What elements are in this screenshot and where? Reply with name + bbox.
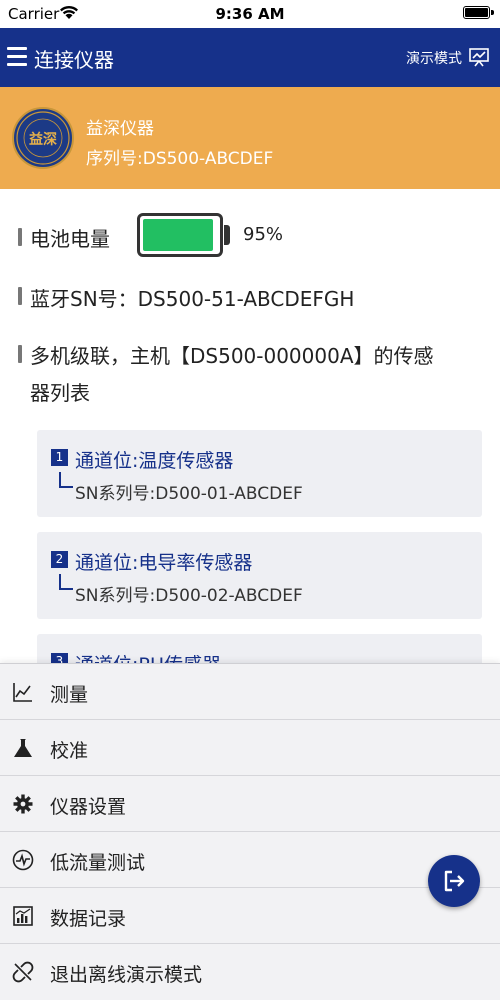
- status-battery-icon: [463, 6, 494, 19]
- logout-icon: [444, 870, 465, 892]
- bar-chart-icon: [13, 906, 33, 926]
- menu-item-label: 校准: [50, 740, 89, 762]
- menu-item-measure[interactable]: 测量: [0, 664, 500, 720]
- section-marker: [18, 287, 22, 305]
- sensor-channel-name: 通道位:电导率传感器: [75, 552, 253, 574]
- menu-item-label: 仪器设置: [50, 796, 127, 818]
- pulse-icon: [12, 849, 34, 871]
- menu-item-calibrate[interactable]: 校准: [0, 720, 500, 776]
- page-title: 连接仪器: [34, 48, 114, 72]
- sensor-card[interactable]: 1 通道位:温度传感器 SN系列号:D500-01-ABCDEF: [37, 430, 482, 517]
- battery-level-indicator: [137, 213, 223, 257]
- tree-elbow-icon: [59, 574, 73, 590]
- bottom-menu: 测量 校准 仪器设置 低流量测试 数据记录 退出离线演示模式: [0, 663, 500, 1000]
- nav-bar: 连接仪器 演示模式: [0, 28, 500, 87]
- tree-elbow-icon: [59, 472, 73, 488]
- logo-text: 益深: [29, 131, 57, 148]
- status-time: 9:36 AM: [215, 5, 285, 23]
- line-chart-icon: [13, 683, 32, 702]
- battery-nub: [224, 225, 230, 245]
- broken-link-icon: [12, 961, 34, 983]
- section-marker: [18, 228, 22, 246]
- presentation-chart-icon[interactable]: [468, 46, 490, 68]
- hamburger-menu-icon[interactable]: [7, 47, 27, 67]
- sensor-index: 1: [51, 449, 68, 466]
- menu-item-label: 测量: [50, 684, 89, 706]
- status-bar: Carrier 9:36 AM: [0, 0, 500, 28]
- menu-item-low-flow-test[interactable]: 低流量测试: [0, 832, 500, 888]
- sensor-sn: SN系列号:D500-02-ABCDEF: [75, 586, 303, 606]
- menu-item-label: 低流量测试: [50, 852, 146, 874]
- battery-label: 电池电量: [30, 227, 110, 251]
- logout-button[interactable]: [428, 855, 480, 907]
- sensor-index: 2: [51, 551, 68, 568]
- cascade-title-line1: 多机级联，主机【DS500-000000A】的传感: [30, 344, 434, 368]
- cascade-title-line2: 器列表: [30, 381, 90, 405]
- device-header: 益深 益深仪器 序列号:DS500-ABCDEF: [0, 87, 500, 189]
- bluetooth-sn: 蓝牙SN号：DS500-51-ABCDEFGH: [30, 287, 355, 311]
- device-name: 益深仪器: [86, 119, 154, 139]
- menu-item-label: 数据记录: [50, 908, 127, 930]
- device-serial: 序列号:DS500-ABCDEF: [86, 149, 274, 169]
- gear-icon: [13, 794, 33, 814]
- battery-percent: 95%: [243, 224, 284, 245]
- demo-mode-label[interactable]: 演示模式: [406, 48, 462, 68]
- sensor-channel-name: 通道位:温度传感器: [75, 450, 234, 472]
- sensor-card[interactable]: 2 通道位:电导率传感器 SN系列号:D500-02-ABCDEF: [37, 532, 482, 619]
- device-logo: 益深: [12, 107, 74, 169]
- flask-icon: [14, 739, 32, 757]
- sensor-sn: SN系列号:D500-01-ABCDEF: [75, 484, 303, 504]
- menu-item-exit-demo[interactable]: 退出离线演示模式: [0, 944, 500, 1000]
- menu-item-data-records[interactable]: 数据记录: [0, 888, 500, 944]
- menu-item-label: 退出离线演示模式: [50, 964, 203, 986]
- section-marker: [18, 345, 22, 363]
- menu-item-settings[interactable]: 仪器设置: [0, 776, 500, 832]
